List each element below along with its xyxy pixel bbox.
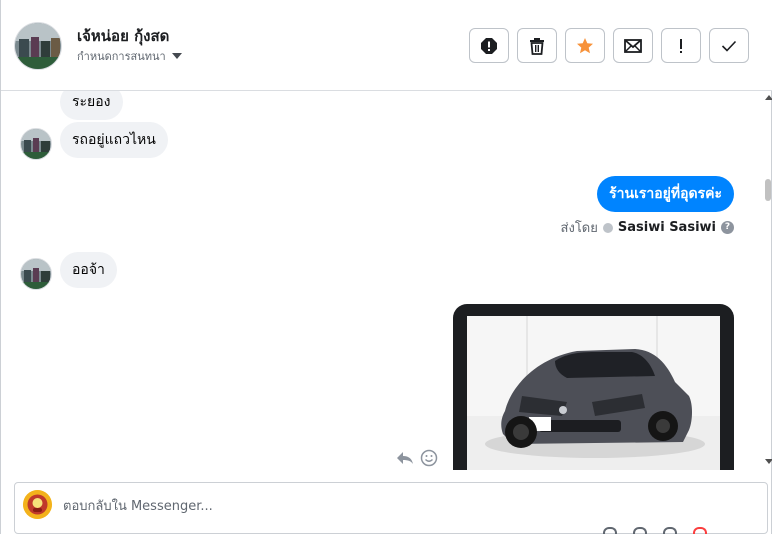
scroll-up-arrow-icon[interactable] bbox=[765, 95, 772, 100]
mark-unread-button[interactable] bbox=[613, 28, 653, 63]
scroll-down-arrow-icon[interactable] bbox=[765, 459, 772, 464]
sender-name: Sasiwi Sasiwi bbox=[617, 220, 716, 235]
header-actions bbox=[469, 28, 749, 63]
star-button[interactable] bbox=[565, 28, 605, 63]
reply-composer bbox=[14, 482, 768, 534]
mark-spam-button[interactable] bbox=[469, 28, 509, 63]
messenger-conversation-panel: เจ้หน่อย กุ้งสด กำหนดการสนทนา ระยอง รถอย… bbox=[0, 0, 772, 534]
incoming-message[interactable]: ออจ้า bbox=[60, 252, 117, 288]
image-attachment[interactable] bbox=[453, 304, 734, 470]
conversation-header: เจ้หน่อย กุ้งสด กำหนดการสนทนา bbox=[1, 0, 772, 91]
trash-icon bbox=[530, 37, 544, 55]
contact-avatar[interactable] bbox=[14, 22, 62, 70]
car-photo[interactable] bbox=[467, 316, 720, 470]
sent-by-info: ส่งโดย Sasiwi Sasiwi ? bbox=[561, 217, 734, 238]
scroll-thumb[interactable] bbox=[765, 179, 771, 201]
star-icon bbox=[577, 37, 593, 53]
page-avatar bbox=[23, 490, 52, 519]
gif-icon[interactable] bbox=[663, 527, 677, 534]
assign-conversation-dropdown[interactable]: กำหนดการสนทนา bbox=[77, 47, 182, 65]
message-reaction-tools bbox=[396, 449, 438, 467]
contact-name[interactable]: เจ้หน่อย กุ้งสด bbox=[77, 24, 169, 48]
contact-avatar-small bbox=[20, 258, 52, 290]
sent-check-icon bbox=[602, 222, 613, 233]
composer-tools bbox=[603, 527, 707, 534]
image-icon[interactable] bbox=[633, 527, 647, 534]
contact-avatar-small bbox=[20, 128, 52, 160]
delete-button[interactable] bbox=[517, 28, 557, 63]
outgoing-message[interactable]: ร้านเราอยู่ที่อุดรค่ะ bbox=[597, 176, 734, 212]
incoming-message[interactable]: ระยอง bbox=[60, 91, 123, 120]
caret-down-icon bbox=[171, 53, 182, 59]
message-thread[interactable]: ระยอง รถอยู่แถวไหน ร้านเราอยู่ที่อุดรค่ะ… bbox=[1, 91, 763, 470]
envelope-icon bbox=[624, 38, 642, 53]
exclamation-icon bbox=[680, 38, 682, 53]
emoji-icon[interactable] bbox=[420, 449, 438, 467]
sent-by-label: ส่งโดย bbox=[560, 221, 598, 236]
like-icon[interactable] bbox=[693, 527, 707, 534]
incoming-message[interactable]: รถอยู่แถวไหน bbox=[60, 122, 168, 158]
help-icon[interactable]: ? bbox=[721, 221, 734, 234]
thread-scrollbar[interactable] bbox=[763, 91, 772, 470]
assign-conversation-label: กำหนดการสนทนา bbox=[77, 50, 166, 63]
mark-done-button[interactable] bbox=[709, 28, 749, 63]
follow-up-button[interactable] bbox=[661, 28, 701, 63]
reply-input[interactable] bbox=[63, 495, 563, 517]
alert-icon bbox=[481, 37, 497, 54]
reply-icon[interactable] bbox=[396, 450, 414, 466]
attach-icon[interactable] bbox=[603, 527, 617, 534]
checkmark-icon bbox=[721, 40, 737, 52]
